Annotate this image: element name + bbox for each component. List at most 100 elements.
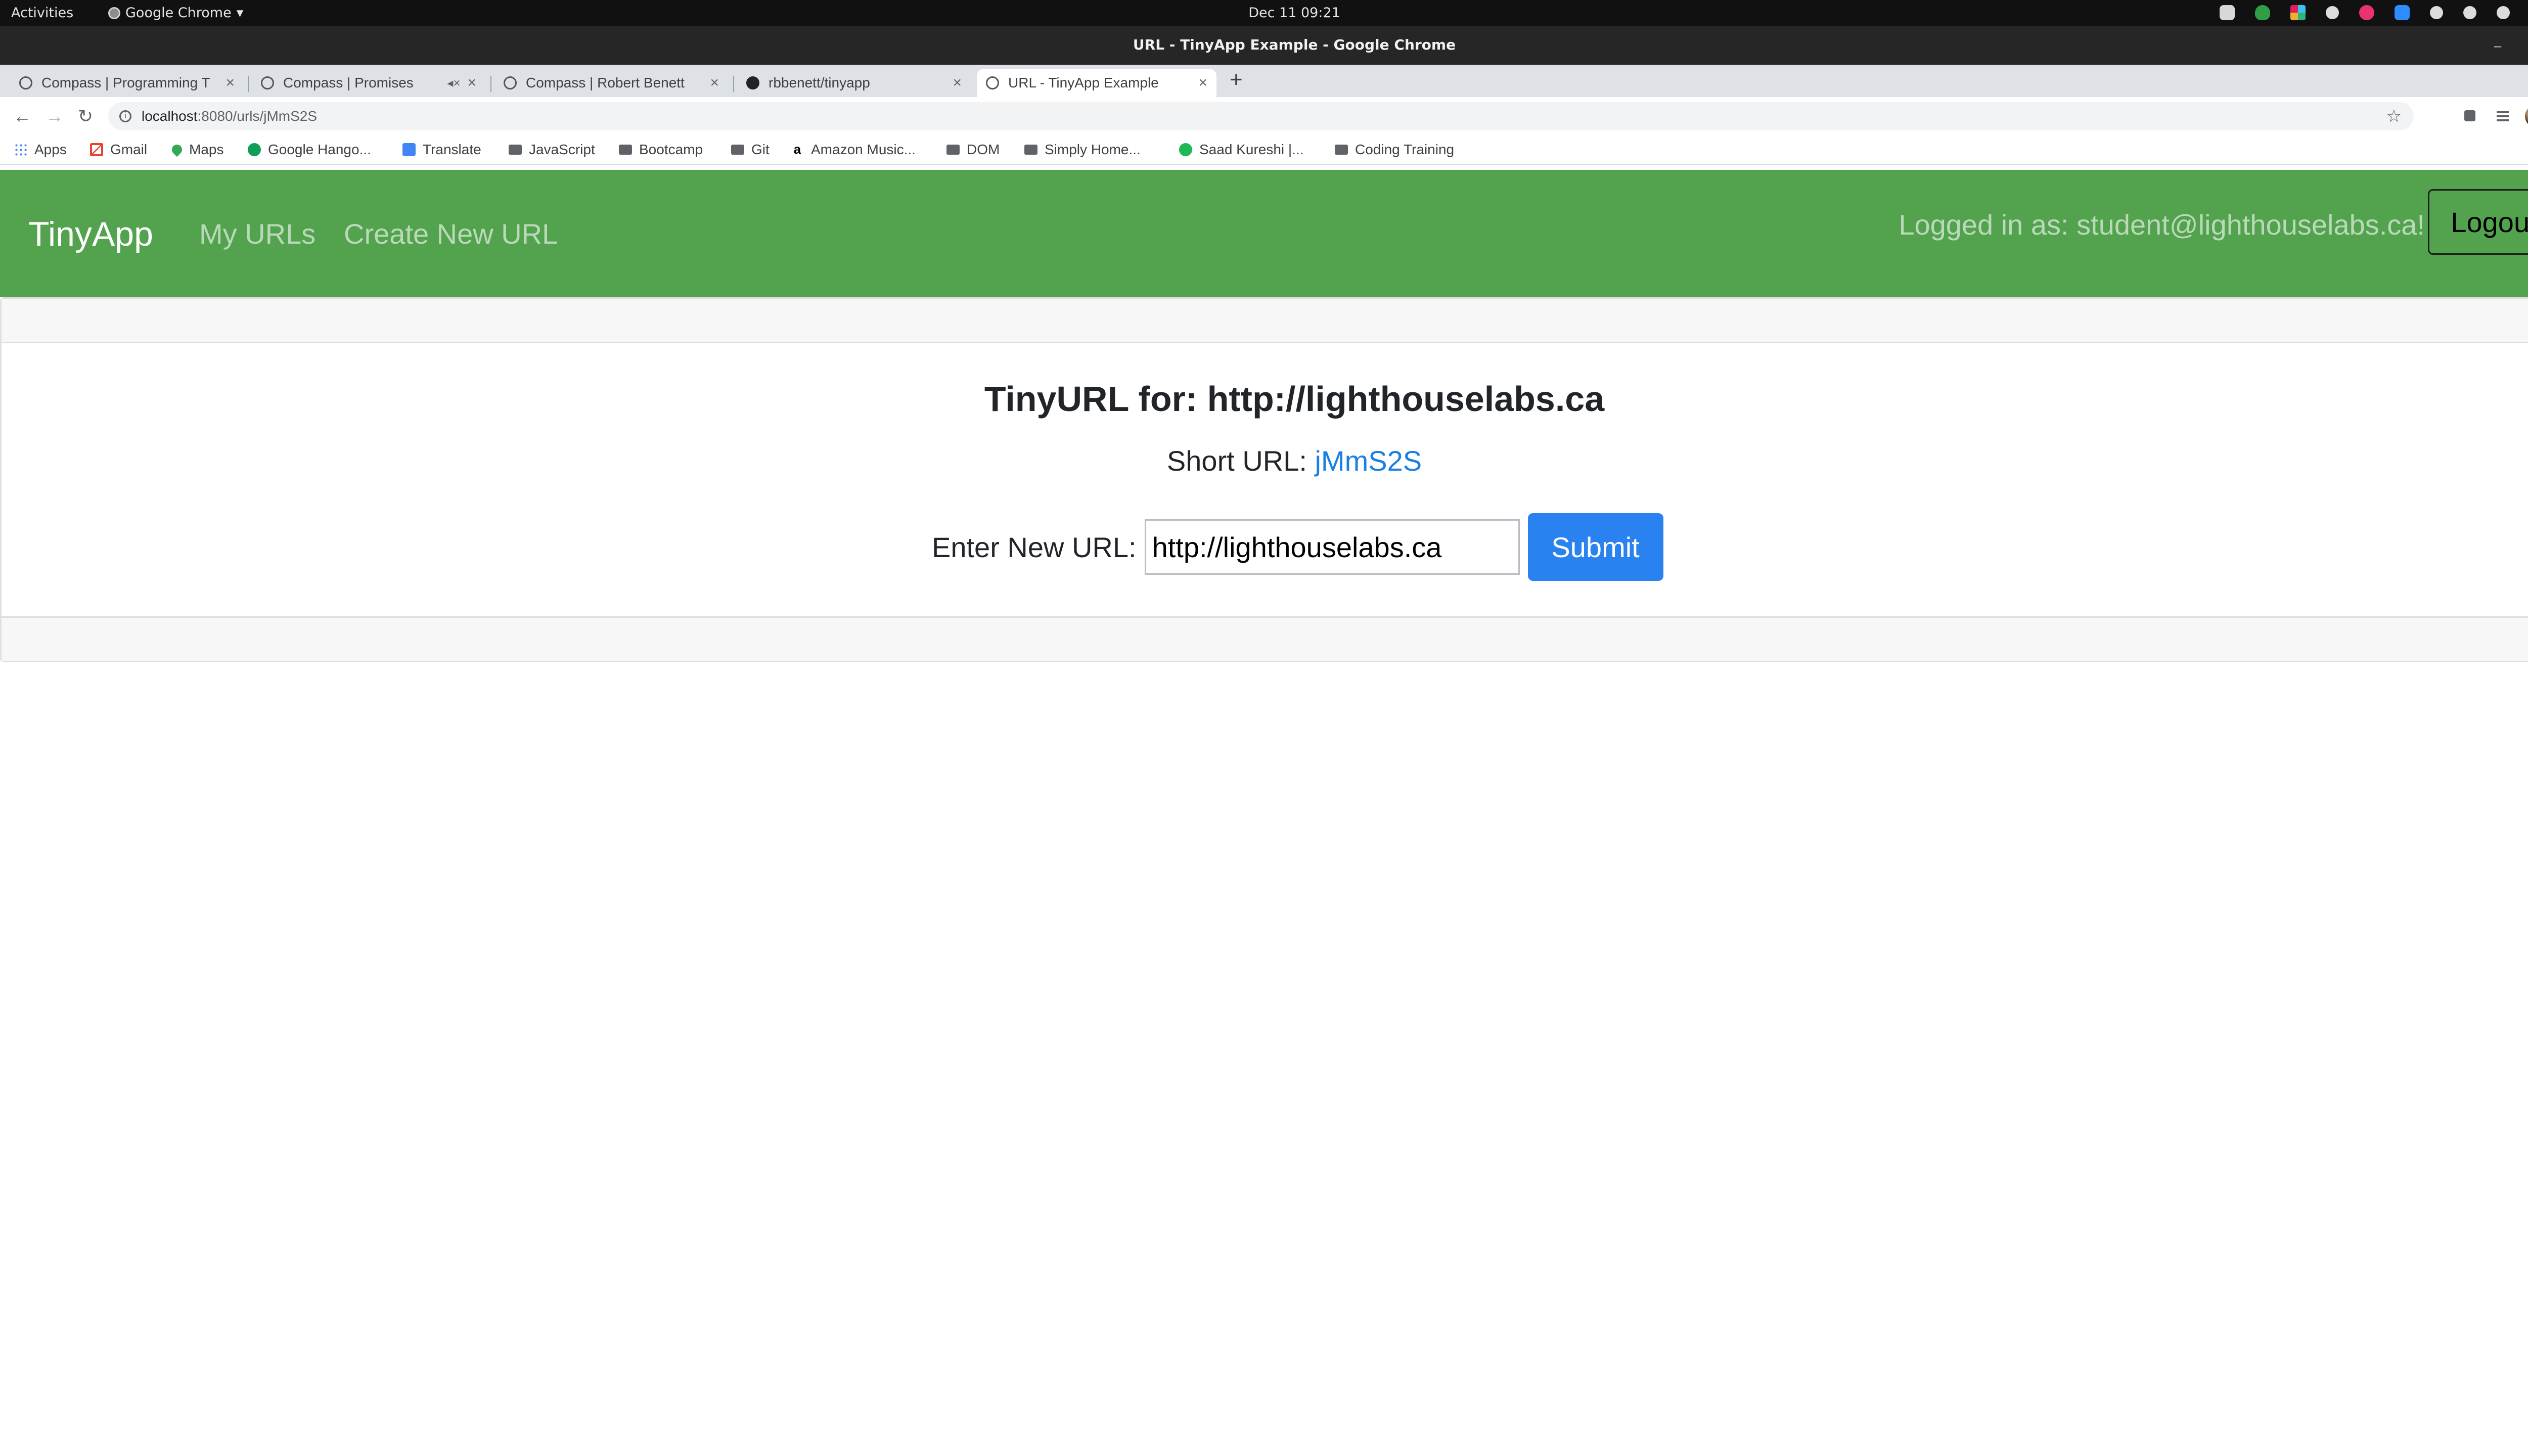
compass-icon bbox=[504, 76, 517, 89]
tab-compass-programming[interactable]: Compass | Programming T × bbox=[10, 69, 244, 97]
folder-icon bbox=[1335, 145, 1348, 155]
card-header bbox=[2, 299, 2528, 343]
bookmarks-bar: Apps Gmail Maps Google Hango... Translat… bbox=[0, 135, 2528, 165]
tab-compass-robert[interactable]: Compass | Robert Benett × bbox=[494, 69, 728, 97]
submit-button[interactable]: Submit bbox=[1527, 513, 1663, 581]
new-tab-plus-icon[interactable]: + bbox=[1230, 69, 1243, 91]
logged-in-status: Logged in as: student@lighthouselabs.ca! bbox=[1899, 209, 2425, 241]
forward-arrow-icon[interactable]: → bbox=[46, 106, 64, 126]
close-icon[interactable]: × bbox=[1198, 74, 1207, 92]
clock[interactable]: Dec 11 09:21 bbox=[0, 5, 2528, 21]
card-footer bbox=[2, 616, 2528, 661]
bookmark-bootcamp[interactable]: Bootcamp bbox=[619, 142, 703, 158]
amazon-icon: a bbox=[793, 142, 801, 157]
bookmark-star-icon[interactable]: ☆ bbox=[2386, 106, 2402, 126]
folder-icon bbox=[731, 145, 744, 155]
translate-icon bbox=[402, 143, 416, 156]
tab-label: rbbenett/tinyapp bbox=[769, 75, 870, 90]
bookmark-label: Amazon Music... bbox=[811, 142, 916, 157]
bookmark-git[interactable]: Git bbox=[731, 142, 770, 158]
short-url-row: Short URL: jMmS2S bbox=[2, 444, 2528, 477]
bookmark-label: Coding Training bbox=[1355, 142, 1455, 157]
tab-separator bbox=[248, 76, 249, 92]
minimize-icon[interactable]: – bbox=[2487, 34, 2509, 57]
brand-link[interactable]: TinyApp bbox=[28, 214, 153, 254]
bookmark-label: Gmail bbox=[110, 142, 148, 157]
short-url-label: Short URL: bbox=[1166, 445, 1315, 477]
pink-app-icon[interactable] bbox=[2359, 5, 2374, 20]
bookmark-amazon-music[interactable]: a Amazon Music... bbox=[791, 142, 916, 158]
folder-icon bbox=[619, 145, 632, 155]
bookmark-label: Maps bbox=[189, 142, 224, 157]
url-card: TinyURL for: http://lighthouselabs.ca Sh… bbox=[0, 297, 2528, 662]
close-icon[interactable]: × bbox=[710, 74, 719, 92]
url-host: localhost bbox=[142, 108, 198, 124]
close-icon[interactable]: × bbox=[225, 74, 235, 92]
bookmark-gmail[interactable]: Gmail bbox=[90, 142, 147, 158]
close-icon[interactable]: × bbox=[953, 74, 962, 92]
shield-icon[interactable] bbox=[2255, 5, 2270, 20]
hangouts-icon bbox=[248, 143, 261, 156]
spotify-icon bbox=[1179, 143, 1192, 156]
bookmark-label: Bootcamp bbox=[639, 142, 703, 157]
volume-icon[interactable] bbox=[2463, 6, 2476, 19]
browser-toolbar: ← → ↻ i localhost:8080/urls/jMmS2S ☆ ⋮ bbox=[0, 97, 2528, 135]
network-icon[interactable] bbox=[2430, 6, 2443, 19]
bookmark-coding-training[interactable]: Coding Training bbox=[1335, 142, 1454, 158]
bookmark-javascript[interactable]: JavaScript bbox=[509, 142, 595, 158]
discord-icon[interactable] bbox=[2220, 5, 2235, 20]
tab-label: Compass | Promises bbox=[283, 75, 414, 90]
globe-icon bbox=[986, 76, 999, 89]
bookmark-label: Google Hango... bbox=[268, 142, 371, 157]
microphone-icon[interactable] bbox=[2497, 6, 2510, 19]
tab-github-tinyapp[interactable]: rbbenett/tinyapp × bbox=[737, 69, 971, 97]
maps-icon bbox=[169, 142, 185, 157]
url-path: :8080/urls/jMmS2S bbox=[197, 108, 318, 124]
bookmark-label: Git bbox=[751, 142, 770, 157]
gmail-icon bbox=[90, 143, 103, 156]
slack-icon[interactable] bbox=[2290, 5, 2306, 20]
close-icon[interactable]: × bbox=[467, 74, 476, 92]
bookmark-simply-home[interactable]: Simply Home... bbox=[1024, 142, 1141, 158]
profile-avatar[interactable] bbox=[2525, 105, 2528, 127]
bookmark-label: Translate bbox=[423, 142, 481, 157]
github-icon bbox=[746, 76, 759, 89]
bookmark-dom[interactable]: DOM bbox=[946, 142, 1000, 158]
compass-icon bbox=[19, 76, 32, 89]
site-info-icon[interactable]: i bbox=[119, 110, 131, 122]
new-url-input[interactable] bbox=[1144, 519, 1520, 575]
reload-icon[interactable]: ↻ bbox=[78, 106, 93, 126]
bookmark-label: Saad Kureshi |... bbox=[1199, 142, 1304, 157]
logout-button[interactable]: Logout bbox=[2428, 189, 2528, 255]
apps-grid-icon bbox=[14, 143, 27, 156]
zoom-icon[interactable] bbox=[2395, 5, 2410, 20]
system-top-bar: Activities Google Chrome ▾ Dec 11 09:21 bbox=[0, 0, 2528, 26]
maximize-icon[interactable]: ▫ bbox=[2522, 34, 2528, 57]
tab-separator bbox=[733, 76, 734, 92]
tab-label: Compass | Robert Benett bbox=[526, 75, 685, 90]
nav-create-new-url[interactable]: Create New URL bbox=[344, 217, 558, 250]
clipboard-icon[interactable] bbox=[2326, 6, 2339, 19]
bookmark-label: JavaScript bbox=[529, 142, 595, 157]
speaker-muted-icon[interactable]: ◂× bbox=[447, 76, 460, 90]
bookmark-translate[interactable]: Translate bbox=[402, 142, 481, 158]
extensions-puzzle-icon[interactable] bbox=[2461, 107, 2478, 124]
bookmark-maps[interactable]: Maps bbox=[169, 142, 224, 158]
bookmark-hangouts[interactable]: Google Hango... bbox=[248, 142, 371, 158]
bookmark-apps[interactable]: Apps bbox=[14, 142, 67, 158]
address-bar[interactable]: i localhost:8080/urls/jMmS2S ☆ bbox=[108, 102, 2414, 130]
tab-compass-promises[interactable]: Compass | Promises ◂× × bbox=[252, 69, 485, 97]
nav-my-urls[interactable]: My URLs bbox=[199, 217, 315, 250]
tab-separator bbox=[490, 76, 491, 92]
back-arrow-icon[interactable]: ← bbox=[13, 106, 31, 126]
bookmark-label: DOM bbox=[967, 142, 1000, 157]
bookmark-label: Apps bbox=[34, 142, 67, 157]
reading-list-icon[interactable] bbox=[2495, 107, 2512, 124]
folder-icon bbox=[509, 145, 522, 155]
tab-tinyapp-active[interactable]: URL - TinyApp Example × bbox=[977, 69, 1216, 97]
bookmark-label: Simply Home... bbox=[1045, 142, 1141, 157]
short-url-link[interactable]: jMmS2S bbox=[1315, 445, 1422, 477]
bookmark-saad-kureshi[interactable]: Saad Kureshi |... bbox=[1179, 142, 1304, 158]
card-title: TinyURL for: http://lighthouselabs.ca bbox=[984, 379, 1605, 419]
folder-icon bbox=[946, 145, 960, 155]
